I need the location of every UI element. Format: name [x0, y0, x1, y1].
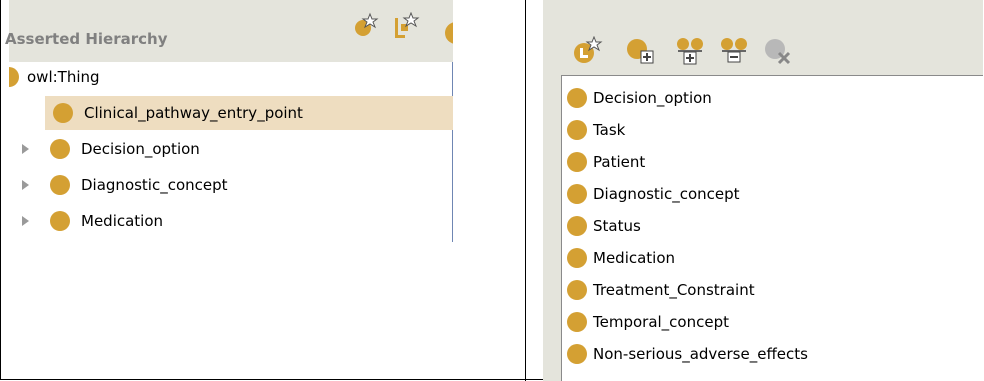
- expand-arrow-icon[interactable]: [22, 180, 29, 190]
- class-icon: [567, 248, 587, 268]
- class-icon: [567, 344, 587, 364]
- list-item-label: Non-serious_adverse_effects: [593, 345, 808, 363]
- tree-item-label: Clinical_pathway_entry_point: [84, 104, 303, 122]
- list-item[interactable]: Temporal_concept: [567, 306, 729, 338]
- class-icon: [50, 211, 70, 231]
- list-item[interactable]: Medication: [567, 242, 675, 274]
- class-icon: [567, 88, 587, 108]
- class-icon: [567, 312, 587, 332]
- tree-item-decision-option[interactable]: Decision_option: [22, 132, 200, 166]
- panel-gutter: [543, 75, 561, 381]
- panel-divider: [525, 0, 526, 381]
- create-class-icon[interactable]: [573, 35, 603, 64]
- tree-item-diagnostic-concept[interactable]: Diagnostic_concept: [22, 168, 228, 202]
- class-icon[interactable]: [445, 22, 467, 48]
- asserted-hierarchy-header: Asserted Hierarchy: [5, 0, 467, 62]
- class-icon: [567, 120, 587, 140]
- list-item[interactable]: Task: [567, 114, 625, 146]
- tree-item-clinical-pathway-entry-point[interactable]: Clinical_pathway_entry_point: [45, 96, 453, 130]
- tree-item-label: Medication: [81, 212, 164, 230]
- list-item-label: Medication: [593, 249, 676, 267]
- expand-arrow-icon[interactable]: [22, 216, 29, 226]
- class-icon: [9, 67, 19, 87]
- list-item-label: Temporal_concept: [593, 313, 729, 331]
- list-item-label: Treatment_Constraint: [593, 281, 755, 299]
- list-item-label: Patient: [593, 153, 646, 171]
- list-item[interactable]: Status: [567, 210, 641, 242]
- class-icon: [567, 280, 587, 300]
- tree-item-label: owl:Thing: [27, 68, 100, 86]
- add-subclass-icon[interactable]: [675, 36, 703, 65]
- list-item[interactable]: Non-serious_adverse_effects: [567, 338, 808, 370]
- list-item[interactable]: Patient: [567, 146, 645, 178]
- class-icon: [567, 152, 587, 172]
- asserted-hierarchy-title: Asserted Hierarchy: [5, 30, 168, 48]
- list-item-label: Task: [593, 121, 626, 139]
- tree-item-label: Diagnostic_concept: [81, 176, 228, 194]
- tree-item-label: Decision_option: [81, 140, 200, 158]
- class-list: Decision_option Task Patient Diagnostic_…: [561, 75, 983, 381]
- add-class-icon[interactable]: [625, 36, 654, 64]
- list-item[interactable]: Diagnostic_concept: [567, 178, 740, 210]
- class-icon: [50, 139, 70, 159]
- add-sibling-icon[interactable]: [391, 11, 421, 46]
- class-icon: [53, 103, 73, 123]
- tree-item-medication[interactable]: Medication: [22, 204, 163, 238]
- class-toolbar: [543, 0, 983, 75]
- remove-class-icon[interactable]: [719, 36, 747, 64]
- tree-root-owl-thing[interactable]: owl:Thing: [9, 60, 100, 94]
- list-item[interactable]: Treatment_Constraint: [567, 274, 755, 306]
- list-item[interactable]: Decision_option: [567, 82, 712, 114]
- add-subclass-icon[interactable]: [351, 12, 379, 42]
- class-icon: [567, 184, 587, 204]
- expand-arrow-icon[interactable]: [22, 144, 29, 154]
- delete-class-icon[interactable]: [763, 36, 791, 65]
- class-hierarchy-tree: owl:Thing Clinical_pathway_entry_point D…: [9, 62, 453, 242]
- list-item-label: Status: [593, 217, 641, 235]
- list-item-label: Decision_option: [593, 89, 712, 107]
- class-icon: [50, 175, 70, 195]
- list-item-label: Diagnostic_concept: [593, 185, 740, 203]
- class-icon: [567, 216, 587, 236]
